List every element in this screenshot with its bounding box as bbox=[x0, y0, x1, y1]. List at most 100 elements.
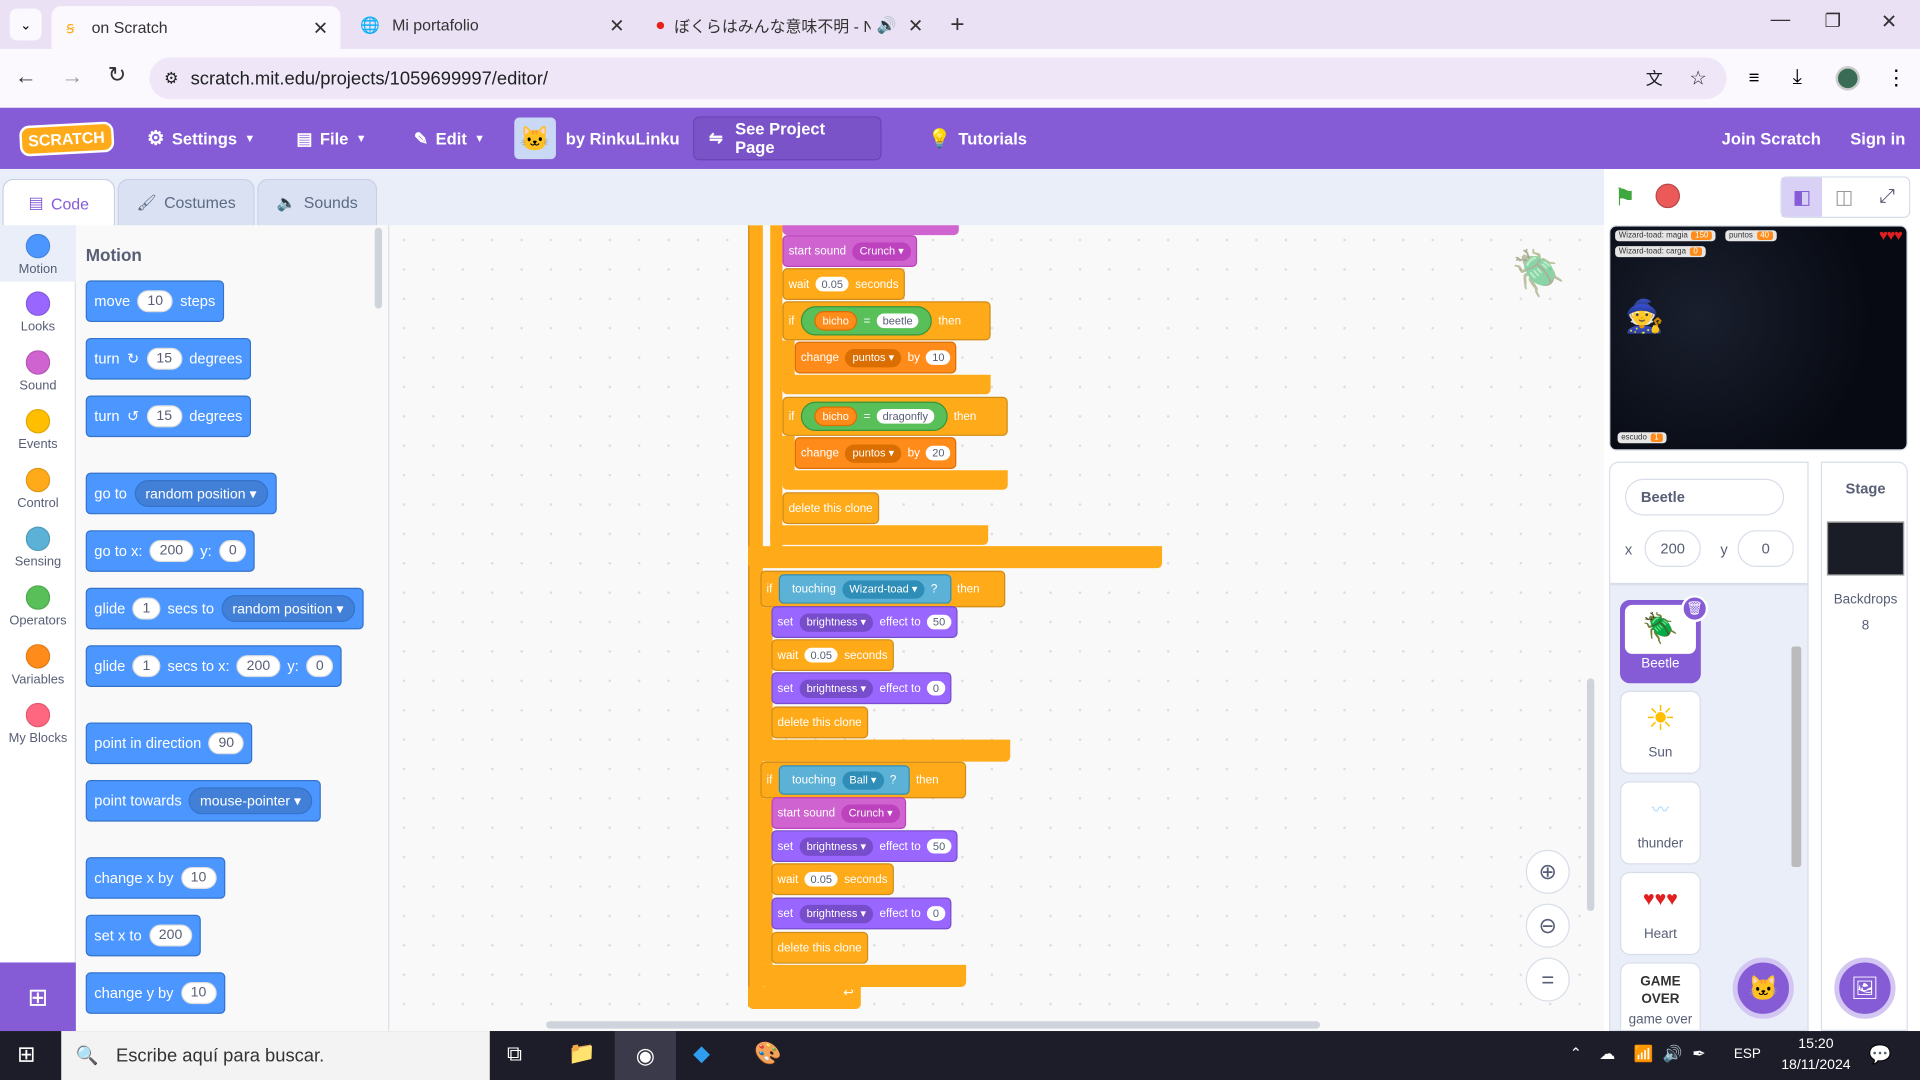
set-x-block[interactable]: set x to 200 bbox=[85, 914, 201, 957]
change-variable-block[interactable]: change puntos ▾ by 20 bbox=[794, 437, 957, 469]
effect-dropdown[interactable]: brightness ▾ bbox=[799, 678, 874, 698]
set-effect-block[interactable]: set brightness ▾ effect to 0 bbox=[771, 672, 952, 705]
volume-icon[interactable]: 🔊 bbox=[1663, 1044, 1683, 1064]
sprite-tile-beetle[interactable]: 🪲 Beetle 🗑 bbox=[1620, 595, 1709, 684]
zoom-out-button[interactable]: ⊖ bbox=[1525, 903, 1570, 948]
compare-input[interactable]: beetle bbox=[876, 313, 919, 329]
effect-input[interactable]: 0 bbox=[926, 906, 946, 921]
close-tab-icon[interactable]: ✕ bbox=[313, 17, 328, 39]
sign-in-link[interactable]: Sign in bbox=[1850, 108, 1905, 169]
category-variables[interactable]: Variables bbox=[0, 644, 76, 687]
target-dropdown[interactable]: mouse-pointer ▾ bbox=[189, 787, 313, 815]
turn-left-block[interactable]: turn ↺ 15 degrees bbox=[85, 395, 251, 438]
sprite-name-input[interactable]: Beetle bbox=[1624, 478, 1785, 516]
wait-block[interactable]: wait 0.05 seconds bbox=[771, 863, 894, 896]
y-input[interactable]: 0 bbox=[219, 540, 247, 563]
add-extension-button[interactable]: ⊞ bbox=[0, 962, 76, 1032]
delete-clone-block[interactable]: delete this clone bbox=[782, 492, 879, 525]
stage-canvas[interactable]: Wizard-toad: magia 150 puntos 40 Wizard-to… bbox=[1608, 225, 1908, 451]
degrees-input[interactable]: 15 bbox=[146, 347, 182, 370]
sprite-tile-thunder[interactable]: 〰 thunder bbox=[1620, 781, 1701, 865]
category-sensing[interactable]: Sensing bbox=[0, 526, 76, 569]
sprite-tile-game-over[interactable]: GAME OVER game over bbox=[1620, 962, 1701, 1030]
move-steps-block[interactable]: move 10 steps bbox=[85, 280, 224, 323]
browser-tab-portafolio[interactable]: 🌐 Mi portafolio ✕ bbox=[345, 6, 636, 44]
code-workspace[interactable]: start sound Crunch ▾ wait 0.05 seconds if b… bbox=[389, 225, 1605, 1032]
effect-input[interactable]: 0 bbox=[926, 680, 946, 696]
wait-input[interactable]: 0.05 bbox=[815, 276, 850, 292]
sprite-tile-sun[interactable]: ☀ Sun bbox=[1620, 690, 1701, 774]
palette-scrollbar[interactable] bbox=[374, 227, 383, 309]
chrome-icon[interactable]: ◉ bbox=[614, 1031, 676, 1080]
target-dropdown[interactable]: random position ▾ bbox=[221, 595, 355, 623]
vscode-icon[interactable]: ◆ bbox=[693, 1041, 710, 1067]
choose-backdrop-button[interactable]: 🖼 bbox=[1834, 957, 1896, 1019]
direction-input[interactable]: 90 bbox=[208, 732, 244, 755]
language-indicator[interactable]: ESP bbox=[1734, 1047, 1761, 1062]
secs-input[interactable]: 1 bbox=[132, 597, 161, 620]
author-label[interactable]: by RinkuLinku bbox=[566, 108, 680, 169]
variable-dropdown[interactable]: puntos ▾ bbox=[845, 443, 902, 463]
edit-menu[interactable]: ✎ Edit ▼ bbox=[414, 108, 485, 169]
tab-code[interactable]: ▤ Code bbox=[2, 178, 116, 227]
effect-dropdown[interactable]: brightness ▾ bbox=[799, 836, 874, 856]
if-block[interactable]: if bicho = dragonfly then bbox=[782, 396, 1008, 436]
small-stage-button[interactable]: ◧ bbox=[1781, 177, 1823, 217]
task-view-icon[interactable]: ⧉ bbox=[507, 1042, 522, 1066]
category-events[interactable]: Events bbox=[0, 408, 76, 452]
profile-avatar[interactable] bbox=[1835, 66, 1861, 91]
tray-chevron-icon[interactable]: ⌃ bbox=[1570, 1044, 1582, 1061]
by-input[interactable]: 20 bbox=[926, 445, 951, 461]
change-y-block[interactable]: change y by 10 bbox=[85, 972, 225, 1014]
sprite-list-scrollbar[interactable] bbox=[1791, 646, 1802, 867]
category-my-blocks[interactable]: My Blocks bbox=[0, 702, 76, 746]
touching-sensor[interactable]: touching Wizard-toad ▾? bbox=[778, 574, 951, 604]
secs-input[interactable]: 1 bbox=[132, 655, 161, 678]
site-info-icon[interactable]: ⚙ bbox=[164, 69, 178, 89]
start-sound-block[interactable]: start sound Crunch ▾ bbox=[771, 797, 907, 829]
go-to-xy-block[interactable]: go to x: 200 y: 0 bbox=[85, 530, 256, 572]
new-tab-button[interactable]: + bbox=[950, 11, 964, 39]
back-button[interactable]: ← bbox=[15, 64, 37, 90]
network-icon[interactable]: 📶 bbox=[1633, 1044, 1653, 1064]
stage-selector-panel[interactable]: Stage Backdrops 8 🖼 bbox=[1820, 461, 1908, 1032]
clock[interactable]: 15:20 18/11/2024 bbox=[1773, 1035, 1859, 1077]
target-dropdown[interactable]: random position ▾ bbox=[134, 480, 268, 507]
glide-to-block[interactable]: glide 1 secs to random position ▾ bbox=[85, 587, 364, 630]
tab-sounds[interactable]: 🔈 Sounds bbox=[257, 178, 378, 226]
if-block[interactable]: if touching Ball ▾? then bbox=[760, 761, 967, 799]
close-tab-icon[interactable]: ✕ bbox=[609, 14, 624, 36]
vertical-scrollbar[interactable] bbox=[1586, 678, 1595, 912]
sprite-y-input[interactable]: 0 bbox=[1737, 530, 1794, 567]
see-project-page-button[interactable]: ⇋ See Project Page bbox=[693, 116, 882, 161]
reload-button[interactable]: ↻ bbox=[108, 62, 126, 88]
by-input[interactable]: 10 bbox=[926, 350, 951, 365]
wait-block[interactable]: wait 0.05 seconds bbox=[771, 639, 894, 672]
large-stage-button[interactable]: ◫ bbox=[1822, 185, 1865, 209]
file-menu[interactable]: ▤ File ▼ bbox=[296, 108, 366, 169]
category-motion[interactable]: Motion bbox=[0, 225, 76, 282]
horizontal-scrollbar[interactable] bbox=[546, 1021, 1321, 1029]
paint-icon[interactable]: 🎨 bbox=[754, 1041, 781, 1067]
y-input[interactable]: 0 bbox=[306, 655, 334, 678]
address-bar[interactable]: ⚙ scratch.mit.edu/projects/1059699997/ed… bbox=[149, 57, 1727, 100]
compare-input[interactable]: dragonfly bbox=[876, 408, 935, 424]
zoom-in-button[interactable]: ⊕ bbox=[1525, 849, 1570, 894]
browser-menu-icon[interactable]: ⋮ bbox=[1886, 66, 1907, 90]
scratch-logo[interactable]: SCRATCH bbox=[18, 108, 115, 169]
restore-button[interactable]: ❐ bbox=[1825, 10, 1841, 32]
minimize-button[interactable]: — bbox=[1771, 10, 1791, 32]
effect-dropdown[interactable]: brightness ▾ bbox=[799, 904, 874, 923]
onedrive-icon[interactable]: ☁ bbox=[1599, 1044, 1615, 1064]
fullscreen-button[interactable]: ⤢ bbox=[1866, 186, 1909, 208]
category-sound[interactable]: Sound bbox=[0, 350, 76, 393]
set-effect-block[interactable]: set brightness ▾ effect to 50 bbox=[771, 830, 958, 863]
speaker-icon[interactable]: 🔊 bbox=[877, 15, 897, 35]
steps-input[interactable]: 10 bbox=[137, 290, 173, 313]
wait-input[interactable]: 0.05 bbox=[804, 871, 839, 887]
bicho-reporter[interactable]: bicho bbox=[813, 311, 858, 331]
y-input[interactable]: 10 bbox=[180, 982, 217, 1005]
translate-icon[interactable]: 文 bbox=[1646, 66, 1663, 90]
zoom-reset-button[interactable]: = bbox=[1525, 957, 1570, 1002]
if-block[interactable]: if bicho = beetle then bbox=[782, 301, 991, 341]
